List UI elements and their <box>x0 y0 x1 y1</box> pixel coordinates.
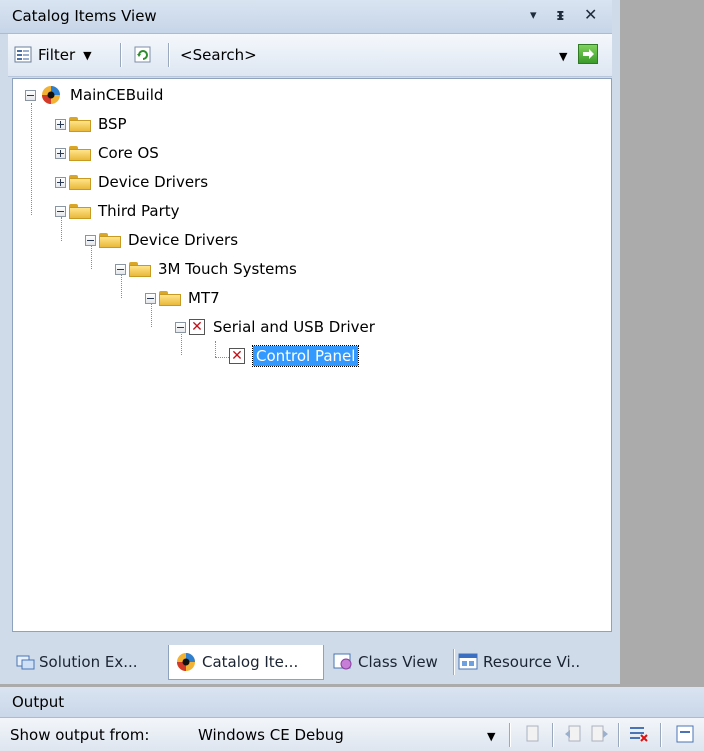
filter-icon <box>14 46 32 63</box>
tree-item-third-party-device-drivers[interactable]: Device Drivers <box>85 228 238 252</box>
tree-item-label: Device Drivers <box>128 231 239 249</box>
folder-icon <box>99 232 121 248</box>
tree-item-third-party[interactable]: Third Party <box>55 199 180 223</box>
close-icon[interactable]: ✕ <box>584 5 597 24</box>
toolbar-separator <box>120 43 122 67</box>
tree-item-mt7[interactable]: MT7 <box>145 286 220 310</box>
toggle-word-wrap-icon[interactable] <box>676 724 694 744</box>
tree-item-label: Third Party <box>98 202 180 220</box>
folder-icon <box>69 203 91 219</box>
tree-item-label: MT7 <box>188 289 220 307</box>
search-field-value: <Search> <box>180 46 257 64</box>
search-dropdown-icon[interactable]: ▼ <box>559 50 567 63</box>
show-output-from-label: Show output from: <box>10 726 150 744</box>
tree-connector <box>215 341 216 357</box>
clear-all-icon[interactable] <box>628 724 650 744</box>
auto-hide-pin-icon[interactable]: ᵻ <box>556 5 565 24</box>
tree-item-label: BSP <box>98 115 127 133</box>
tree-item-bsp[interactable]: BSP <box>55 112 127 136</box>
tree-item-label-selected: Control Panel <box>251 345 360 367</box>
tree-item-core-os[interactable]: Core OS <box>55 141 159 165</box>
catalog-root-icon <box>42 86 60 104</box>
tree-item-serial-usb-driver[interactable]: ✕ Serial and USB Driver <box>175 315 375 339</box>
tab-resource-view[interactable]: Resource Vi.. <box>458 645 580 679</box>
folder-icon <box>69 116 91 132</box>
output-title-bar[interactable]: Output <box>0 687 704 718</box>
catalog-items-panel: Catalog Items View ▾ ᵻ ✕ Filter ▼ <Searc… <box>0 0 620 684</box>
chevron-down-icon: ▼ <box>83 48 92 62</box>
folder-icon <box>129 261 151 277</box>
output-toolbar: Show output from: Windows CE Debug ▼ <box>0 718 704 751</box>
filter-label: Filter <box>38 46 76 64</box>
catalog-icon <box>177 653 195 671</box>
tree-item-label: MainCEBuild <box>70 86 164 104</box>
refresh-icon <box>134 46 151 63</box>
tab-label: Resource Vi.. <box>483 653 581 671</box>
toolbar-separator <box>618 723 620 747</box>
toolbar-separator <box>660 723 662 747</box>
tree-item-label: Device Drivers <box>98 173 209 191</box>
toolbar-separator <box>168 43 170 67</box>
tree-item-device-drivers[interactable]: Device Drivers <box>55 170 208 194</box>
catalog-toolbar: Filter ▼ <Search> ▼ <box>8 34 612 77</box>
tab-class-view[interactable]: Class View <box>333 645 438 679</box>
go-search-button[interactable] <box>578 44 598 64</box>
collapse-toggle-icon[interactable] <box>115 263 126 275</box>
tree-item-maincebuild[interactable]: MainCEBuild <box>25 83 163 107</box>
folder-icon <box>159 290 181 306</box>
tree-item-label: Serial and USB Driver <box>213 318 375 336</box>
chevron-down-icon[interactable]: ▼ <box>487 730 495 743</box>
tab-catalog-items[interactable]: Catalog Ite... <box>168 645 324 680</box>
output-source-select[interactable]: Windows CE Debug <box>198 726 478 744</box>
search-input[interactable]: <Search> <box>180 42 560 68</box>
unchecked-x-icon[interactable]: ✕ <box>189 319 205 335</box>
class-view-icon <box>333 653 352 670</box>
go-to-next-message-icon[interactable] <box>590 724 610 744</box>
toolbar-separator <box>552 723 554 747</box>
tree-connector <box>31 103 32 215</box>
arrow-right-icon <box>583 49 594 59</box>
tree-item-label: Core OS <box>98 144 159 162</box>
folder-icon <box>69 174 91 190</box>
expand-toggle-icon[interactable] <box>55 118 66 130</box>
expand-toggle-icon[interactable] <box>55 147 66 159</box>
collapse-toggle-icon[interactable] <box>55 205 66 217</box>
refresh-button[interactable] <box>133 42 153 68</box>
resource-view-icon <box>458 653 478 670</box>
filter-button[interactable]: Filter ▼ <box>14 42 92 68</box>
output-title: Output <box>12 693 65 711</box>
tree-item-label: 3M Touch Systems <box>158 260 297 278</box>
toolbar-separator <box>509 723 511 747</box>
go-to-previous-message-icon[interactable] <box>563 724 583 744</box>
panel-title: Catalog Items View <box>12 7 157 25</box>
find-source-icon[interactable] <box>524 724 542 744</box>
collapse-toggle-icon[interactable] <box>25 89 36 101</box>
tab-label: Solution Ex... <box>39 653 138 671</box>
tab-label: Catalog Ite... <box>202 653 299 671</box>
collapse-toggle-icon[interactable] <box>85 234 96 246</box>
collapse-toggle-icon[interactable] <box>175 321 186 333</box>
tab-solution-explorer[interactable]: Solution Ex... <box>16 645 138 679</box>
unchecked-x-icon[interactable]: ✕ <box>229 348 245 364</box>
solution-explorer-icon <box>16 655 35 670</box>
tab-separator <box>453 649 455 675</box>
tree-item-control-panel[interactable]: ✕ Control Panel <box>229 344 360 368</box>
tree-item-3m-touch-systems[interactable]: 3M Touch Systems <box>115 257 297 281</box>
window-position-dropdown-icon[interactable]: ▾ <box>530 8 537 23</box>
expand-toggle-icon[interactable] <box>55 176 66 188</box>
tab-label: Class View <box>358 653 438 671</box>
panel-title-bar[interactable]: Catalog Items View ▾ ᵻ ✕ <box>0 0 612 34</box>
collapse-toggle-icon[interactable] <box>145 292 156 304</box>
tool-window-tabs: Solution Ex... Catalog Ite... Class View <box>8 645 620 681</box>
catalog-tree[interactable]: MainCEBuild BSP Core OS Device Drivers T… <box>12 78 612 632</box>
folder-icon <box>69 145 91 161</box>
